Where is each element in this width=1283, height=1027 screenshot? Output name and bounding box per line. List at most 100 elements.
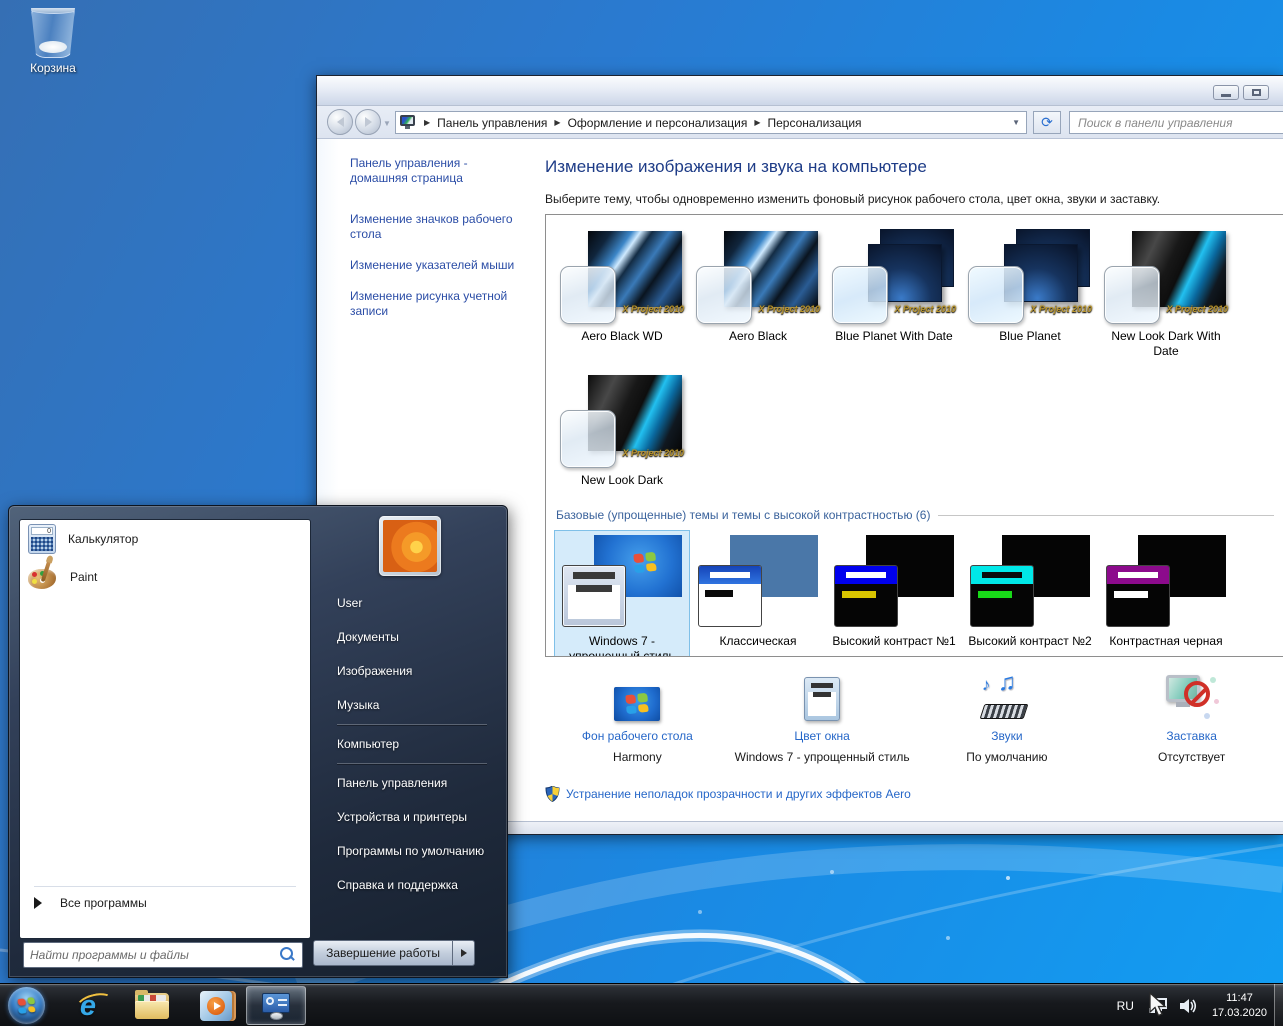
mouse-cursor — [1148, 992, 1170, 1018]
aero-themes-row-2: X Project 2010 New Look Dark — [554, 369, 1283, 498]
windows-flag-icon — [633, 552, 656, 574]
start-menu-item-label: Калькулятор — [68, 532, 138, 546]
theme-blue-planet-with-date[interactable]: X Project 2010 Blue Planet With Date — [826, 225, 962, 365]
setting-label[interactable]: Фон рабочего стола — [545, 729, 730, 743]
theme-window-preview — [970, 565, 1034, 627]
start-menu-devices-printers[interactable]: Устройства и принтеры — [337, 800, 497, 834]
back-arrow-icon — [337, 117, 344, 127]
theme-window-preview — [832, 266, 888, 324]
start-menu: 0 Калькулятор Paint Все программы — [8, 505, 508, 978]
start-menu-computer[interactable]: Компьютер — [337, 727, 497, 761]
recycle-bin[interactable]: Корзина — [8, 8, 98, 75]
shield-icon — [545, 786, 560, 802]
theme-new-look-dark-with-date[interactable]: X Project 2010 New Look Dark With Date — [1098, 225, 1234, 365]
sidebar-link-home[interactable]: Панель управления - домашняя страница — [350, 156, 522, 186]
main-content: Изменение изображения и звука на компьют… — [530, 139, 1283, 823]
control-panel-search-input[interactable] — [1069, 111, 1283, 134]
page-title: Изменение изображения и звука на компьют… — [545, 157, 1283, 177]
theme-label: New Look Dark — [554, 473, 690, 488]
show-desktop-button[interactable] — [1274, 984, 1283, 1027]
theme-high-contrast-2[interactable]: Высокий контраст №2 — [962, 530, 1098, 657]
maximize-button[interactable] — [1243, 85, 1269, 100]
theme-label: Классическая — [690, 634, 826, 649]
shutdown-options-button[interactable] — [453, 940, 475, 966]
theme-label: Высокий контраст №2 — [962, 634, 1098, 649]
paint-icon — [28, 563, 58, 591]
refresh-button[interactable]: ⟳ — [1033, 111, 1061, 134]
theme-badge: X Project 2010 — [1166, 304, 1228, 314]
start-menu-item-calculator[interactable]: 0 Калькулятор — [20, 520, 310, 558]
minimize-icon — [1221, 94, 1231, 97]
back-button[interactable] — [327, 109, 353, 135]
divider — [337, 763, 487, 764]
folder-icon — [135, 993, 169, 1019]
start-menu-item-paint[interactable]: Paint — [20, 558, 310, 596]
all-programs-label: Все программы — [60, 896, 147, 910]
theme-label: Aero Black — [690, 329, 826, 344]
all-programs-button[interactable]: Все программы — [20, 896, 310, 910]
setting-label[interactable]: Звуки — [915, 729, 1100, 743]
theme-window-preview — [560, 266, 616, 324]
tray-clock[interactable]: 11:47 17.03.2020 — [1212, 991, 1267, 1021]
setting-label[interactable]: Цвет окна — [730, 729, 915, 743]
tray-date: 17.03.2020 — [1212, 1006, 1267, 1021]
start-menu-documents[interactable]: Документы — [337, 620, 497, 654]
sidebar-link-mouse-pointers[interactable]: Изменение указателей мыши — [350, 258, 522, 273]
desktop: Корзина ▼ ▶ Панель управления ▶ Оформлен… — [0, 0, 1283, 1026]
theme-new-look-dark[interactable]: X Project 2010 New Look Dark — [554, 369, 690, 494]
screensaver-setting[interactable]: Заставка Отсутствует — [1099, 673, 1283, 764]
start-menu-default-programs[interactable]: Программы по умолчанию — [337, 834, 497, 868]
language-indicator[interactable]: RU — [1117, 999, 1134, 1013]
breadcrumb-personalization[interactable]: Персонализация — [763, 116, 865, 130]
theme-classic[interactable]: Классическая — [690, 530, 826, 657]
setting-label[interactable]: Заставка — [1099, 729, 1283, 743]
breadcrumb-control-panel[interactable]: Панель управления — [433, 116, 551, 130]
sidebar-link-desktop-icons[interactable]: Изменение значков рабочего стола — [350, 212, 522, 242]
forward-button[interactable] — [355, 109, 381, 135]
user-avatar[interactable] — [379, 516, 441, 576]
desktop-background-setting[interactable]: Фон рабочего стола Harmony — [545, 673, 730, 764]
start-search-box[interactable] — [23, 942, 303, 968]
start-menu-user[interactable]: User — [337, 586, 497, 620]
search-icon — [278, 946, 296, 964]
theme-aero-black-wd[interactable]: X Project 2010 Aero Black WD — [554, 225, 690, 365]
sounds-setting[interactable]: ♪ ♫ Звуки По умолчанию — [915, 673, 1100, 764]
start-menu-item-label: Paint — [70, 570, 97, 584]
breadcrumb-appearance[interactable]: Оформление и персонализация — [564, 116, 752, 130]
start-menu-control-panel[interactable]: Панель управления — [337, 766, 497, 800]
taskbar-media-player[interactable] — [196, 987, 236, 1025]
internet-explorer-icon: e — [80, 991, 96, 1021]
start-menu-help-support[interactable]: Справка и поддержка — [337, 868, 497, 902]
history-dropdown-icon[interactable]: ▼ — [383, 119, 391, 128]
basic-themes-section-title: Базовые (упрощенные) темы и темы с высок… — [556, 508, 930, 522]
aero-troubleshoot-link[interactable]: Устранение неполадок прозрачности и друг… — [566, 787, 911, 801]
theme-window-preview — [560, 410, 616, 468]
keyboard-icon — [979, 704, 1028, 719]
start-search-input[interactable] — [24, 948, 278, 962]
start-button[interactable] — [8, 987, 45, 1024]
sidebar-link-account-picture[interactable]: Изменение рисунка учетной записи — [350, 289, 522, 319]
address-dropdown-icon[interactable]: ▼ — [1012, 118, 1026, 127]
theme-windows7-basic[interactable]: Windows 7 - упрощенный стиль — [554, 530, 690, 657]
address-bar[interactable]: ▶ Панель управления ▶ Оформление и персо… — [395, 111, 1027, 134]
taskbar-control-panel-active[interactable] — [246, 986, 306, 1025]
chevron-right-icon: ▶ — [751, 118, 763, 127]
theme-label: Windows 7 - упрощенный стиль — [555, 634, 689, 657]
volume-icon[interactable] — [1178, 997, 1198, 1015]
theme-window-preview — [1106, 565, 1170, 627]
window-titlebar[interactable] — [317, 76, 1283, 106]
window-color-setting[interactable]: Цвет окна Windows 7 - упрощенный стиль — [730, 673, 915, 764]
shutdown-label: Завершение работы — [326, 946, 440, 960]
theme-high-contrast-black[interactable]: Контрастная черная — [1098, 530, 1234, 657]
shutdown-button[interactable]: Завершение работы — [313, 940, 453, 966]
start-menu-music[interactable]: Музыка — [337, 688, 497, 722]
theme-aero-black[interactable]: X Project 2010 Aero Black — [690, 225, 826, 365]
basic-themes-section-header: Базовые (упрощенные) темы и темы с высок… — [556, 508, 1274, 522]
start-menu-pictures[interactable]: Изображения — [337, 654, 497, 688]
taskbar-explorer[interactable] — [132, 987, 172, 1025]
minimize-button[interactable] — [1213, 85, 1239, 100]
theme-high-contrast-1[interactable]: Высокий контраст №1 — [826, 530, 962, 657]
taskbar-internet-explorer[interactable]: e — [68, 987, 108, 1025]
theme-blue-planet[interactable]: X Project 2010 Blue Planet — [962, 225, 1098, 365]
theme-label: Blue Planet With Date — [826, 329, 962, 344]
